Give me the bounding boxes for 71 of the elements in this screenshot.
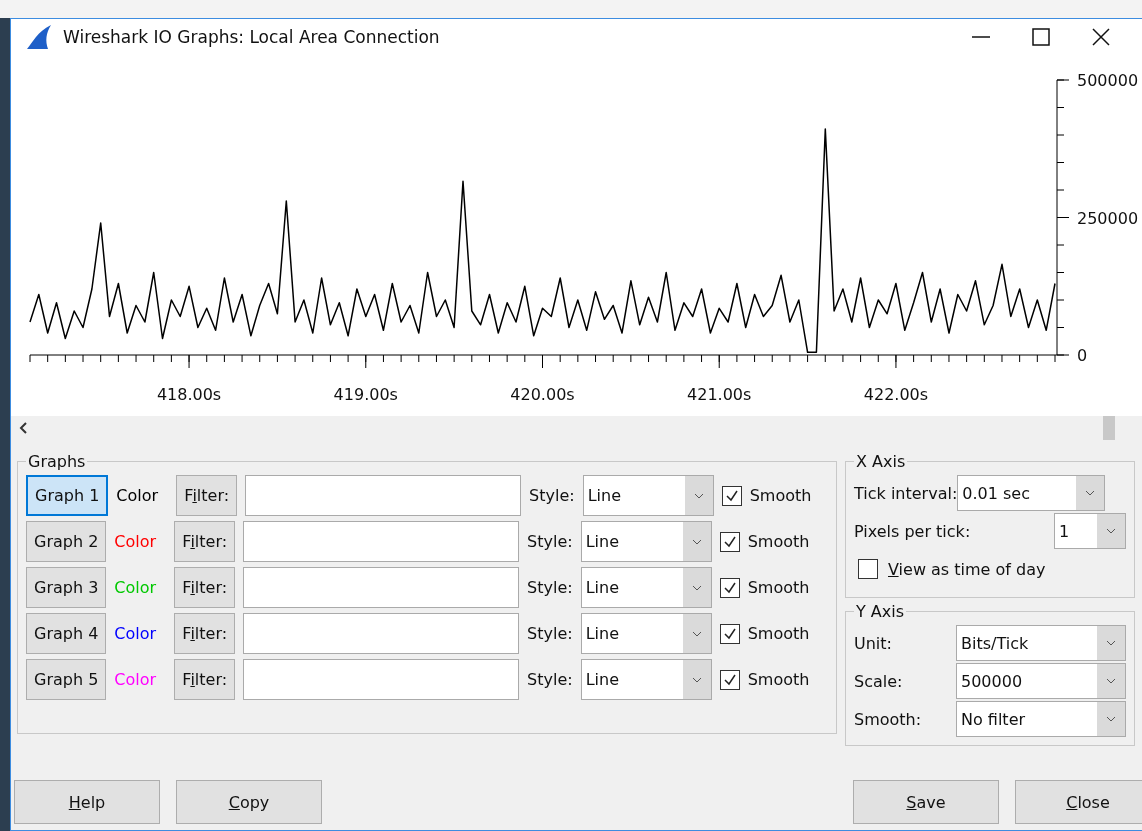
filter-button[interactable]: Filter: [176,475,238,516]
field-label: Scale: [854,671,903,691]
filter-field[interactable] [243,567,520,608]
checkbox[interactable] [719,531,740,552]
checkbox[interactable] [719,577,740,598]
graph-button[interactable]: Graph 1 [26,475,109,516]
y-tick-label: 250000 [1077,208,1139,228]
dropdown[interactable]: 1 [1054,513,1126,549]
checkbox-label: View as time of day [888,559,1046,579]
graph-button[interactable]: Graph 5 [26,659,107,700]
dropdown[interactable]: Line [580,521,712,562]
x-tick-label: 419.00s [333,385,398,404]
filter-button[interactable]: Filter: [174,521,236,562]
style-label: Style: [529,486,575,505]
graph-button[interactable]: Graph 2 [26,521,107,562]
dialog-button[interactable]: Help [14,780,160,824]
field-label: Smooth: [854,709,922,729]
shark-fin-icon [25,24,53,50]
checkbox-label: Smooth [747,670,810,689]
scroll-left-icon[interactable] [19,422,27,434]
checkbox[interactable] [719,669,740,690]
group-title: Y Axis [855,602,906,621]
field-label: Pixels per tick: [854,521,971,541]
filter-button[interactable]: Filter: [174,613,236,654]
dropdown[interactable]: No filter [956,701,1126,737]
dropdown[interactable]: Line [580,567,712,608]
field-label: Tick interval: [854,483,958,503]
x-tick-label: 418.00s [156,385,222,404]
field-label: Unit: [854,633,892,653]
dialog-button[interactable]: Close [1015,780,1142,824]
dropdown[interactable]: Line [582,475,714,516]
checkbox-label: Smooth [747,578,810,597]
x-tick-label: 421.00s [687,385,752,404]
color-label[interactable]: Color [114,532,167,551]
dropdown[interactable]: 0.01 sec [957,475,1106,511]
dialog-button[interactable]: Copy [176,780,322,824]
filter-button[interactable]: Filter: [174,659,236,700]
filter-field[interactable] [245,475,522,516]
dropdown[interactable]: Bits/Tick [956,625,1126,661]
checkbox[interactable] [719,623,740,644]
filter-button[interactable]: Filter: [174,567,236,608]
x-tick-label: 422.00s [863,385,929,404]
x-tick-label: 420.00s [510,385,575,404]
filter-field[interactable] [243,659,520,700]
filter-field[interactable] [243,613,520,654]
scrollbar-thumb[interactable] [1103,416,1115,440]
checkbox-label: Smooth [747,532,810,551]
color-label[interactable]: Color [114,624,167,643]
style-label: Style: [527,670,573,689]
maximize-icon[interactable] [1031,27,1051,47]
checkbox[interactable] [858,559,878,579]
dialog-button[interactable]: Save [853,780,999,824]
close-icon[interactable] [1091,27,1111,47]
dropdown[interactable]: Line [580,613,712,654]
y-tick-label: 0 [1077,346,1088,365]
graph-button[interactable]: Graph 3 [26,567,107,608]
checkbox[interactable] [721,485,742,506]
dropdown[interactable]: 500000 [956,663,1126,699]
style-label: Style: [527,624,573,643]
filter-field[interactable] [243,521,520,562]
style-label: Style: [527,532,573,551]
group-title: X Axis [855,452,907,471]
style-label: Style: [527,578,573,597]
window-title: Wireshark IO Graphs: Local Area Connection [63,27,440,47]
graph-button[interactable]: Graph 4 [26,613,107,654]
checkbox-label: Smooth [749,486,812,505]
group-title: Graphs [27,452,87,471]
dropdown[interactable]: Line [580,659,712,700]
y-tick-label: 500000 [1077,71,1139,90]
checkbox-label: Smooth [747,624,810,643]
color-label[interactable]: Color [116,486,169,505]
